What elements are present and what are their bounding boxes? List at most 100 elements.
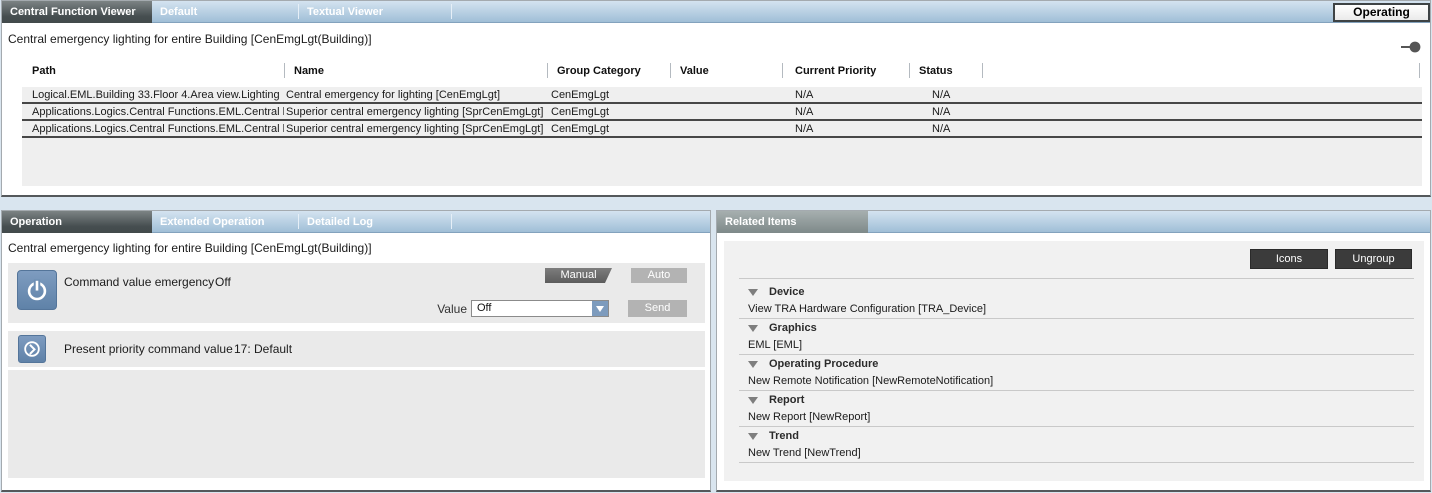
dropdown-arrow-icon[interactable]	[592, 301, 608, 316]
related-item-link[interactable]: View TRA Hardware Configuration [TRA_Dev…	[739, 301, 1414, 318]
group-header[interactable]: Report	[739, 391, 1414, 409]
column-divider	[547, 63, 548, 78]
table-row[interactable]: Applications.Logics.Central Functions.EM…	[22, 104, 1422, 121]
cell-path: Applications.Logics.Central Functions.EM…	[32, 121, 284, 138]
value-field-label: Value	[427, 302, 467, 316]
related-item-link[interactable]: New Remote Notification [NewRemoteNotifi…	[739, 373, 1414, 390]
tab-central-function-viewer[interactable]: Central Function Viewer	[2, 1, 152, 23]
related-group-device: Device View TRA Hardware Configuration […	[739, 283, 1414, 319]
group-header[interactable]: Trend	[739, 427, 1414, 445]
cell-current-priority: N/A	[795, 104, 905, 121]
collapse-triangle-icon[interactable]	[748, 397, 758, 404]
tab-textual-viewer[interactable]: Textual Viewer	[307, 1, 383, 23]
group-header[interactable]: Graphics	[739, 319, 1414, 337]
column-divider	[982, 63, 983, 78]
cell-path: Applications.Logics.Central Functions.EM…	[32, 104, 284, 121]
related-item-link[interactable]: EML [EML]	[739, 337, 1414, 354]
related-items-tree: Device View TRA Hardware Configuration […	[724, 283, 1424, 463]
operation-panel: Operation Extended Operation Detailed Lo…	[1, 210, 711, 492]
collapse-triangle-icon[interactable]	[748, 433, 758, 440]
cell-current-priority: N/A	[795, 87, 905, 104]
tab-divider	[451, 214, 452, 229]
priority-arrow-icon	[18, 335, 46, 363]
command-current-value: Off	[215, 275, 231, 289]
value-dropdown[interactable]: Off	[471, 300, 609, 317]
column-header-name[interactable]: Name	[294, 65, 324, 77]
cell-path: Logical.EML.Building 33.Floor 4.Area vie…	[32, 87, 284, 104]
column-header-status[interactable]: Status	[919, 65, 953, 77]
group-label: Device	[769, 286, 804, 298]
auto-button[interactable]: Auto	[631, 268, 687, 283]
column-header-group-category[interactable]: Group Category	[557, 65, 641, 77]
cell-value	[672, 87, 782, 104]
command-label: Command value emergency	[64, 275, 214, 289]
cell-status: N/A	[932, 87, 1012, 104]
column-divider	[670, 63, 671, 78]
related-items-panel: Related Items Icons Ungroup Device View …	[716, 210, 1431, 492]
toolbar-separator	[739, 278, 1414, 279]
collapse-triangle-icon[interactable]	[748, 361, 758, 368]
cell-name: Superior central emergency lighting [Spr…	[286, 121, 546, 138]
operation-tab-bar: Operation Extended Operation Detailed Lo…	[2, 211, 710, 233]
cell-status: N/A	[932, 104, 1012, 121]
group-label: Graphics	[769, 322, 817, 334]
column-divider	[909, 63, 910, 78]
table-row[interactable]: Applications.Logics.Central Functions.EM…	[22, 121, 1422, 138]
related-item-link[interactable]: New Report [NewReport]	[739, 409, 1414, 426]
cell-name: Superior central emergency lighting [Spr…	[286, 104, 546, 121]
cell-name: Central emergency for lighting [CenEmgLg…	[286, 87, 546, 104]
application-window: Central Function Viewer Default Textual …	[0, 0, 1432, 493]
cell-current-priority: N/A	[795, 121, 905, 138]
column-divider	[1419, 63, 1420, 78]
value-dropdown-selected: Off	[477, 301, 491, 316]
cell-group-category: CenEmgLgt	[551, 121, 671, 138]
group-label: Operating Procedure	[769, 358, 878, 370]
group-header[interactable]: Operating Procedure	[739, 355, 1414, 373]
table-row[interactable]: Logical.EML.Building 33.Floor 4.Area vie…	[22, 87, 1422, 104]
column-header-current-priority[interactable]: Current Priority	[795, 65, 876, 77]
send-button[interactable]: Send	[628, 300, 687, 317]
cell-value	[672, 121, 782, 138]
priority-value: 17: Default	[234, 342, 292, 356]
related-group-graphics: Graphics EML [EML]	[739, 319, 1414, 355]
function-table-body: Logical.EML.Building 33.Floor 4.Area vie…	[22, 87, 1422, 186]
cell-value	[672, 104, 782, 121]
operating-mode-button[interactable]: Operating	[1333, 3, 1430, 22]
cell-status: N/A	[932, 121, 1012, 138]
tab-related-items[interactable]: Related Items	[717, 211, 868, 233]
cell-group-category: CenEmgLgt	[551, 87, 671, 104]
operation-breadcrumb: Central emergency lighting for entire Bu…	[8, 233, 372, 263]
related-group-trend: Trend New Trend [NewTrend]	[739, 427, 1414, 463]
tab-divider	[451, 4, 452, 19]
column-header-path[interactable]: Path	[32, 65, 56, 77]
selection-breadcrumb: Central emergency lighting for entire Bu…	[8, 23, 372, 56]
column-divider	[284, 63, 285, 78]
pin-icon[interactable]	[1400, 40, 1422, 58]
collapse-triangle-icon[interactable]	[748, 325, 758, 332]
related-item-link[interactable]: New Trend [NewTrend]	[739, 445, 1414, 462]
tab-detailed-log[interactable]: Detailed Log	[307, 211, 373, 233]
related-group-report: Report New Report [NewReport]	[739, 391, 1414, 427]
cell-group-category: CenEmgLgt	[551, 104, 671, 121]
group-header[interactable]: Device	[739, 283, 1414, 301]
operation-empty-area	[8, 370, 705, 478]
icons-view-button[interactable]: Icons	[1250, 249, 1328, 269]
priority-label: Present priority command value	[64, 342, 233, 356]
tab-extended-operation[interactable]: Extended Operation	[160, 211, 265, 233]
tab-divider	[298, 214, 299, 229]
central-function-viewer-panel: Central Function Viewer Default Textual …	[1, 0, 1431, 197]
tab-divider	[298, 4, 299, 19]
tab-operation[interactable]: Operation	[2, 211, 152, 233]
ungroup-button[interactable]: Ungroup	[1335, 249, 1412, 269]
manual-button[interactable]: Manual	[545, 268, 612, 283]
group-label: Report	[769, 394, 804, 406]
related-items-content: Icons Ungroup Device View TRA Hardware C…	[724, 241, 1424, 481]
power-icon	[17, 270, 57, 310]
tab-default[interactable]: Default	[160, 1, 197, 23]
column-header-value[interactable]: Value	[680, 65, 709, 77]
related-items-tab-bar: Related Items	[717, 211, 1430, 233]
collapse-triangle-icon[interactable]	[748, 289, 758, 296]
group-label: Trend	[769, 430, 799, 442]
column-divider	[782, 63, 783, 78]
related-group-operating-procedure: Operating Procedure New Remote Notificat…	[739, 355, 1414, 391]
